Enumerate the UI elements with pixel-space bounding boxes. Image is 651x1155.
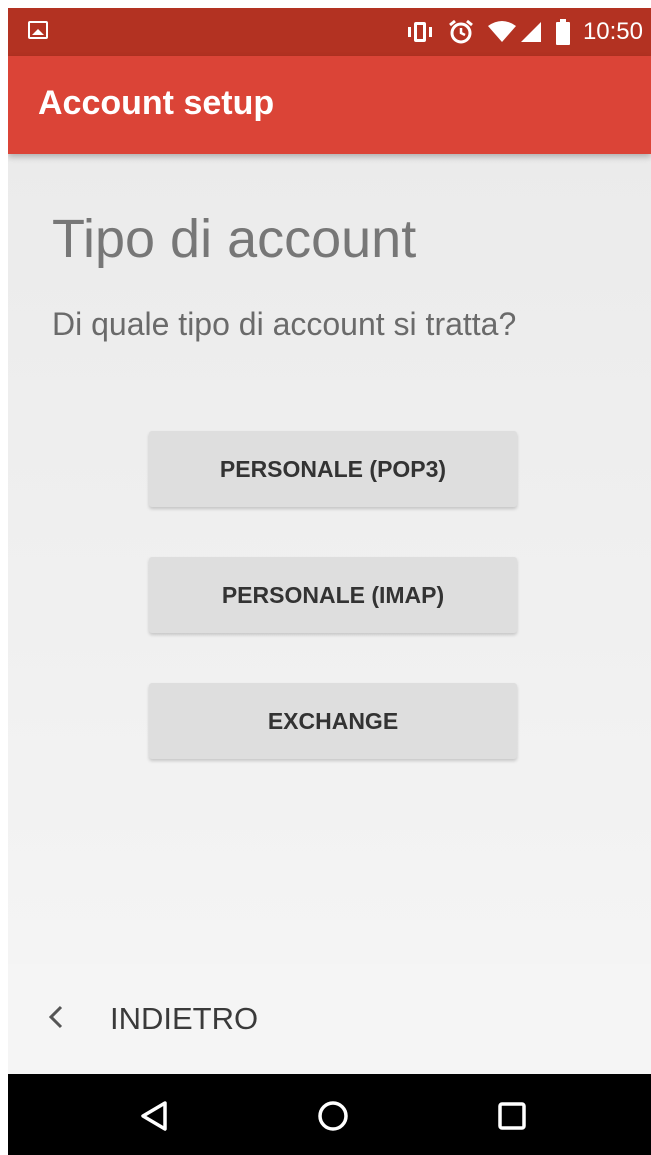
- home-circle-icon[interactable]: [303, 1086, 363, 1146]
- system-nav-bar: [8, 1074, 651, 1155]
- status-clock: 10:50: [582, 18, 643, 45]
- back-button[interactable]: INDIETRO: [46, 994, 258, 1044]
- footer-bar: INDIETRO: [8, 964, 651, 1074]
- signal-icon: [519, 20, 543, 44]
- battery-icon: [555, 19, 571, 45]
- pop3-button[interactable]: PERSONALE (POP3): [149, 431, 517, 507]
- vibrate-icon: [405, 20, 435, 44]
- imap-button[interactable]: PERSONALE (IMAP): [149, 557, 517, 633]
- recents-square-icon[interactable]: [482, 1086, 542, 1146]
- exchange-button[interactable]: EXCHANGE: [149, 683, 517, 759]
- chevron-left-icon: [46, 1004, 76, 1035]
- image-notification-icon: [28, 21, 48, 39]
- back-triangle-icon[interactable]: [124, 1086, 184, 1146]
- phone-screen: 10:50 Account setup Tipo di account Di q…: [8, 8, 651, 1155]
- status-icons: 10:50: [405, 8, 643, 56]
- main-content: Tipo di account Di quale tipo di account…: [8, 154, 651, 964]
- alarm-icon: [447, 18, 475, 46]
- app-title: Account setup: [38, 84, 275, 122]
- status-bar: 10:50: [8, 8, 651, 56]
- app-bar: Account setup: [8, 56, 651, 154]
- back-label: INDIETRO: [110, 1001, 259, 1036]
- wifi-icon: [487, 20, 517, 44]
- page-subtitle: Di quale tipo di account si tratta?: [52, 306, 517, 342]
- page-title: Tipo di account: [52, 209, 417, 269]
